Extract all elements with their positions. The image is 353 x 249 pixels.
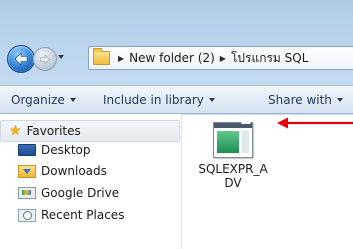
share-with-menu[interactable]: Share with — [268, 93, 343, 107]
folder-icon — [93, 48, 110, 65]
breadcrumb-item[interactable]: โปรแกรม SQL — [231, 49, 308, 68]
pane-splitter[interactable] — [181, 114, 182, 249]
nav-item-label: Desktop — [41, 143, 91, 157]
include-in-library-label: Include in library — [103, 92, 204, 107]
sql-installer-icon — [213, 119, 253, 158]
desktop-icon — [18, 144, 36, 156]
chevron-right-icon[interactable]: ▶ — [118, 54, 124, 63]
file-item[interactable]: SQLEXPR_ADV — [196, 118, 270, 193]
downloads-icon — [18, 164, 36, 178]
organize-label: Organize — [11, 92, 65, 107]
command-bar: Organize Include in library Share with — [0, 86, 353, 113]
nav-item-label: Recent Places — [41, 208, 125, 222]
chevron-down-icon — [336, 97, 343, 102]
chevron-down-icon — [208, 97, 215, 102]
back-button[interactable] — [7, 45, 35, 73]
back-arrow-icon — [14, 52, 28, 66]
star-icon: ★ — [9, 123, 22, 139]
include-in-library-menu[interactable]: Include in library — [103, 93, 215, 107]
forward-arrow-icon — [40, 53, 50, 65]
google-drive-icon — [18, 187, 36, 199]
nav-item-favorites[interactable]: ★ Favorites — [0, 120, 180, 142]
file-name: SQLEXPR_ADV — [198, 162, 268, 190]
nav-item-label: Google Drive — [41, 186, 120, 200]
nav-item-label: Downloads — [41, 164, 107, 178]
annotation-arrow-icon — [277, 117, 353, 129]
chevron-down-icon — [69, 97, 76, 102]
breadcrumb-item[interactable]: New folder (2) — [129, 51, 215, 65]
arrow-head — [277, 117, 288, 129]
nav-item-recent-places[interactable]: Recent Places — [18, 208, 124, 222]
nav-item-desktop[interactable]: Desktop — [18, 143, 91, 157]
share-with-label: Share with — [268, 92, 332, 107]
recent-pages-dropdown[interactable] — [58, 55, 64, 59]
chevron-right-icon[interactable]: ▶ — [220, 54, 226, 63]
nav-item-google-drive[interactable]: Google Drive — [18, 186, 119, 200]
forward-button[interactable] — [33, 47, 57, 71]
navigation-pane: ★ Favorites Desktop Downloads Google Dri… — [0, 114, 181, 249]
organize-menu[interactable]: Organize — [11, 93, 76, 107]
address-bar[interactable]: ▶ New folder (2) ▶ โปรแกรม SQL — [88, 46, 353, 70]
nav-item-downloads[interactable]: Downloads — [18, 164, 107, 178]
nav-item-label: Favorites — [26, 124, 81, 138]
recent-places-icon — [18, 208, 36, 222]
